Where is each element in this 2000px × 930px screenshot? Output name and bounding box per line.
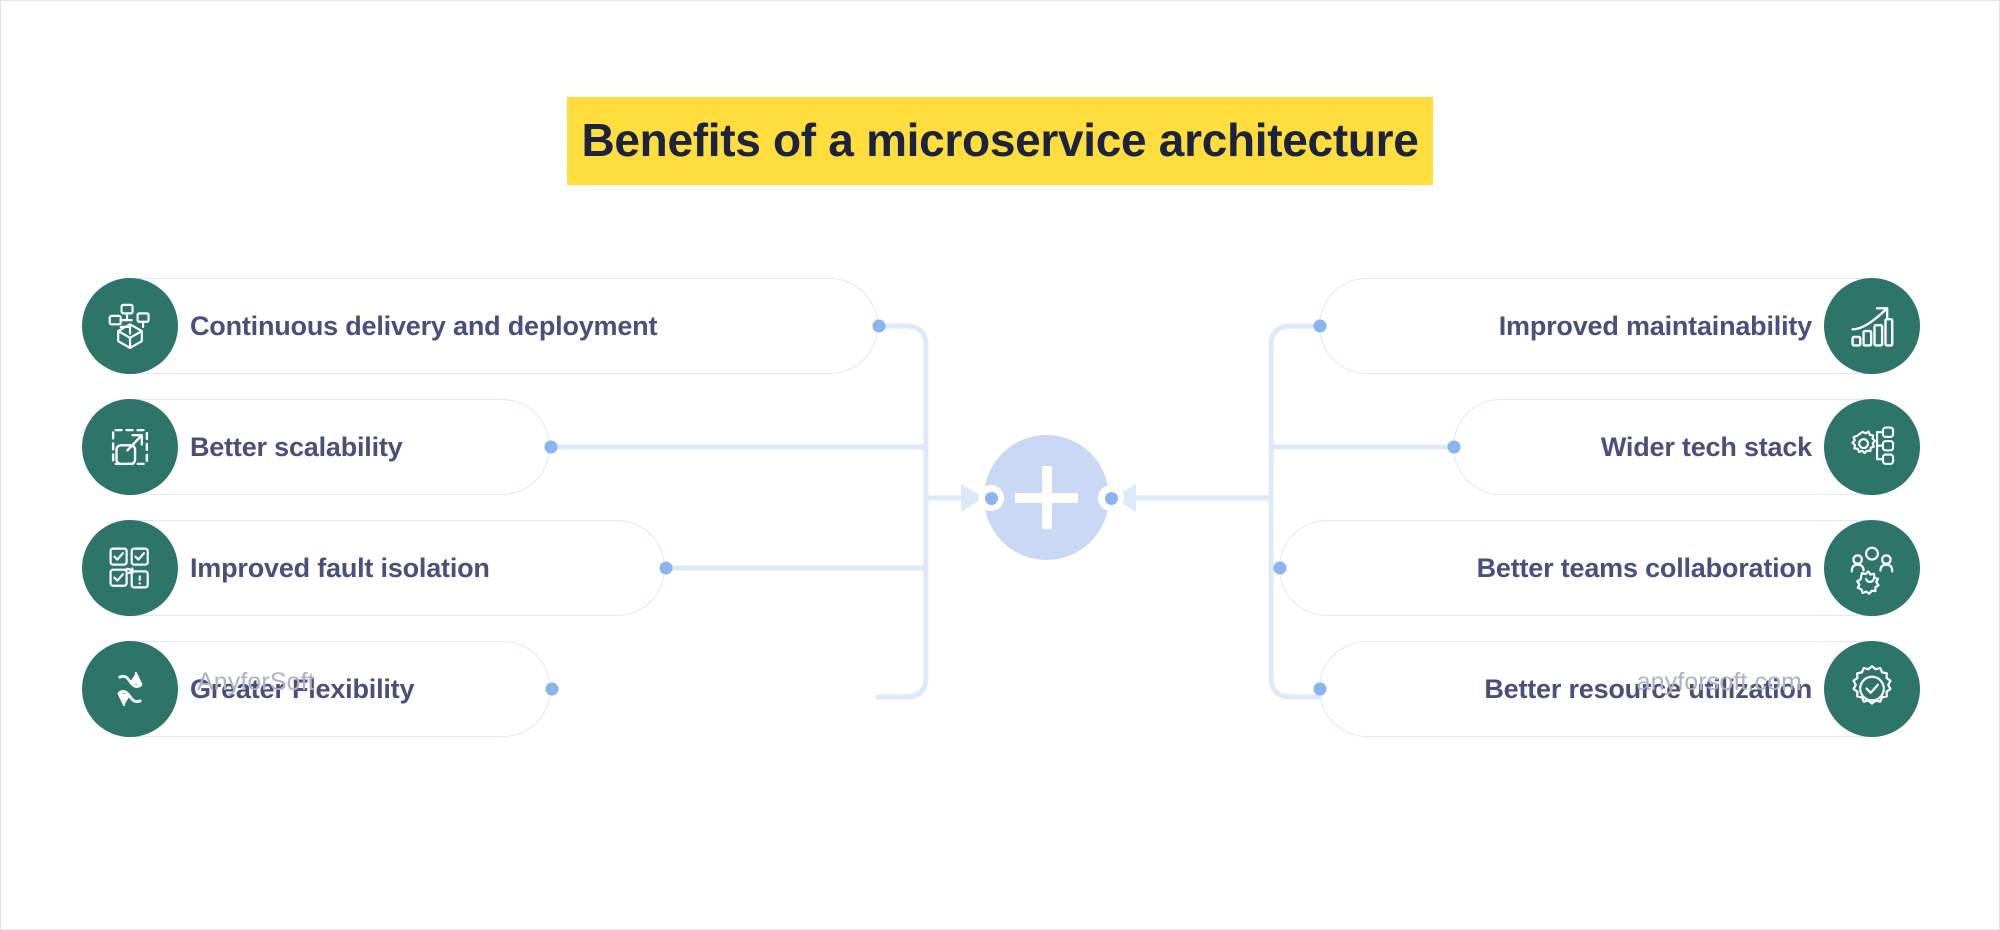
card-endpoint-dot: [545, 682, 559, 696]
fault-isolation-checklist-icon: [82, 520, 178, 616]
team-people-gear-icon: [1824, 520, 1920, 616]
benefit-card-greater-flexibility[interactable]: Greater Flexibility: [82, 641, 559, 737]
page-title-wrapper: Benefits of a microservice architecture: [1, 97, 1999, 185]
benefit-card-resource-utilization[interactable]: Better resource utilization: [1313, 641, 1920, 737]
brand-name: AnyforSoft: [197, 668, 315, 696]
benefit-card-teams-collaboration[interactable]: Better teams collaboration: [1273, 520, 1920, 616]
card-endpoint-dot: [1313, 319, 1327, 333]
growth-chart-icon: [1824, 278, 1920, 374]
hub-connector-left: [978, 485, 1004, 511]
card-endpoint-dot: [872, 319, 886, 333]
plus-icon-horizontal: [1015, 492, 1078, 503]
page-title: Benefits of a microservice architecture: [567, 97, 1433, 185]
card-endpoint-dot: [1447, 440, 1461, 454]
infographic-canvas: Benefits of a microservice architecture: [0, 0, 2000, 930]
gear-hierarchy-icon: [1824, 399, 1920, 495]
hub-connector-right: [1098, 485, 1124, 511]
flexibility-curved-arrows-icon: [82, 641, 178, 737]
card-endpoint-dot: [1273, 561, 1287, 575]
benefit-card-improved-maintainability[interactable]: Improved maintainability: [1313, 278, 1920, 374]
card-endpoint-dot: [544, 440, 558, 454]
card-endpoint-dot: [1313, 682, 1327, 696]
badge-check-seal-icon: [1824, 641, 1920, 737]
benefit-card-better-scalability[interactable]: Better scalability: [82, 399, 558, 495]
benefit-card-continuous-delivery[interactable]: Continuous delivery and deployment: [82, 278, 886, 374]
card-endpoint-dot: [659, 561, 673, 575]
benefit-card-fault-isolation[interactable]: Improved fault isolation: [82, 520, 673, 616]
benefit-card-wider-tech-stack[interactable]: Wider tech stack: [1447, 399, 1920, 495]
hub-dot-left: [984, 491, 998, 505]
deployment-network-cube-icon: [82, 278, 178, 374]
hub-dot-right: [1104, 491, 1118, 505]
expand-scalability-icon: [82, 399, 178, 495]
website-url: anyforsoft.com: [1636, 668, 1802, 696]
